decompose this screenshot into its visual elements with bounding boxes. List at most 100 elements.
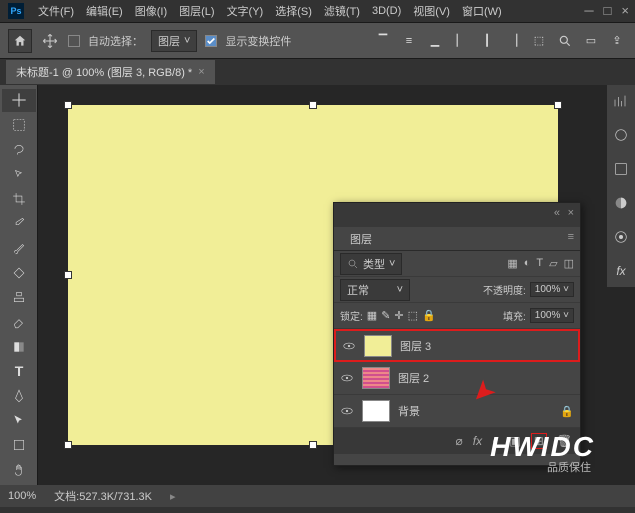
crop-tool[interactable] <box>2 188 36 211</box>
brush-tool[interactable] <box>2 237 36 260</box>
ad��ustments-icon[interactable] <box>611 193 631 213</box>
panel-collapse-icon[interactable]: « <box>554 207 560 219</box>
maximize-button[interactable]: □ <box>604 3 612 18</box>
layer-name[interactable]: 图层 2 <box>398 370 429 386</box>
type-tool[interactable]: T <box>2 360 36 383</box>
layer-style-icon[interactable]: fx <box>473 434 482 448</box>
transform-handle-tc[interactable] <box>309 101 317 109</box>
lock-pixels-icon[interactable]: ▦ <box>367 309 377 322</box>
path-select-tool[interactable] <box>2 409 36 432</box>
layers-tab[interactable]: 图层 <box>342 227 380 250</box>
share-icon[interactable]: ⇪ <box>607 31 627 51</box>
transform-handle-tr[interactable] <box>554 101 562 109</box>
pen-tool[interactable] <box>2 385 36 408</box>
tab-title: 未标题-1 @ 100% (图层 3, RGB/8) * <box>16 64 192 80</box>
layer-row[interactable]: 图层 3 <box>334 329 580 362</box>
styles-icon[interactable]: fx <box>611 261 631 281</box>
link-layers-icon[interactable]: ⌀ <box>456 434 463 448</box>
menu-type[interactable]: 文字(Y) <box>221 1 270 21</box>
menubar: Ps 文件(F) 编辑(E) 图像(I) 图层(L) 文字(Y) 选择(S) 滤… <box>0 0 635 23</box>
lock-position-icon[interactable]: ✎ <box>381 309 390 322</box>
histogram-icon[interactable] <box>611 91 631 111</box>
transform-handle-bl[interactable] <box>64 441 72 449</box>
lock-move-icon[interactable]: ✛ <box>394 309 403 322</box>
layers-panel: « × 图层 ≡ 类型 ˅ ▦ ◐ T ▱ ◫ 正常 ˅ <box>333 202 581 466</box>
align-vcenter-icon[interactable]: ≡ <box>399 31 419 51</box>
close-button[interactable]: × <box>621 3 629 18</box>
align-top-icon[interactable]: ▔ <box>373 31 393 51</box>
opacity-input[interactable]: 100% ˅ <box>530 282 574 297</box>
watermark-sub: 品质保住 <box>547 459 591 475</box>
healing-tool[interactable] <box>2 261 36 284</box>
quick-select-tool[interactable] <box>2 163 36 186</box>
layer-thumbnail <box>362 400 390 422</box>
filter-smart-icon[interactable]: ◫ <box>564 257 574 270</box>
menu-filter[interactable]: 滤镜(T) <box>318 1 366 21</box>
filter-pixel-icon[interactable]: ▦ <box>507 257 517 270</box>
filter-shape-icon[interactable]: ▱ <box>549 257 557 270</box>
transform-handle-tl[interactable] <box>64 101 72 109</box>
marquee-tool[interactable] <box>2 114 36 137</box>
document-tab[interactable]: 未标题-1 @ 100% (图层 3, RGB/8) * × <box>6 60 215 84</box>
visibility-toggle[interactable] <box>340 404 354 418</box>
eyedropper-tool[interactable] <box>2 212 36 235</box>
gradient-tool[interactable] <box>2 335 36 358</box>
show-transform-checkbox[interactable] <box>205 35 217 47</box>
layer-filter-dropdown[interactable]: 类型 ˅ <box>340 253 402 275</box>
menu-select[interactable]: 选择(S) <box>269 1 318 21</box>
panel-drag-handle[interactable]: « × <box>334 203 580 227</box>
hand-tool[interactable] <box>2 458 36 481</box>
visibility-toggle[interactable] <box>340 371 354 385</box>
tab-close-button[interactable]: × <box>198 66 204 78</box>
libraries-icon[interactable] <box>611 159 631 179</box>
menu-edit[interactable]: 编辑(E) <box>80 1 129 21</box>
show-transform-label: 显示变换控件 <box>225 33 291 49</box>
filter-adjust-icon[interactable]: ◐ <box>524 257 531 270</box>
transform-handle-ml[interactable] <box>64 271 72 279</box>
swatches-icon[interactable] <box>611 227 631 247</box>
auto-select-checkbox[interactable] <box>68 35 80 47</box>
filter-type-icon[interactable]: T <box>536 257 543 270</box>
transform-handle-bc[interactable] <box>309 441 317 449</box>
3d-mode-icon[interactable]: ⬚ <box>529 31 549 51</box>
home-button[interactable] <box>8 29 32 53</box>
layer-name[interactable]: 图层 3 <box>400 338 431 354</box>
panel-close-icon[interactable]: × <box>568 207 574 219</box>
panel-menu-icon[interactable]: ≡ <box>568 231 574 243</box>
stamp-tool[interactable] <box>2 286 36 309</box>
minimize-button[interactable]: ─ <box>584 3 593 18</box>
chevron-down-icon: ˅ <box>184 35 190 47</box>
visibility-toggle[interactable] <box>342 339 356 353</box>
lock-all-icon[interactable]: 🔒 <box>422 309 436 322</box>
color-icon[interactable] <box>611 125 631 145</box>
layer-row[interactable]: 图层 2 <box>334 362 580 395</box>
doc-info-arrow[interactable]: ▸ <box>170 490 176 503</box>
workspace-icon[interactable]: ▭ <box>581 31 601 51</box>
layer-name[interactable]: 背景 <box>398 403 420 419</box>
zoom-level[interactable]: 100% <box>8 490 36 502</box>
menu-image[interactable]: 图像(I) <box>129 1 173 21</box>
align-left-icon[interactable]: ▏ <box>451 31 471 51</box>
auto-select-dropdown[interactable]: 图层 ˅ <box>151 30 197 52</box>
align-right-icon[interactable]: ▕ <box>503 31 523 51</box>
menu-window[interactable]: 窗口(W) <box>456 1 508 21</box>
lock-icon: 🔒 <box>560 405 574 418</box>
fill-input[interactable]: 100% ˅ <box>530 308 574 323</box>
align-bottom-icon[interactable]: ▁ <box>425 31 445 51</box>
shape-tool[interactable] <box>2 434 36 457</box>
align-hcenter-icon[interactable]: ┃ <box>477 31 497 51</box>
menu-file[interactable]: 文件(F) <box>32 1 80 21</box>
lasso-tool[interactable] <box>2 138 36 161</box>
search-icon[interactable] <box>555 31 575 51</box>
menu-3d[interactable]: 3D(D) <box>366 3 407 19</box>
lock-artboard-icon[interactable]: ⬚ <box>408 309 418 322</box>
eraser-tool[interactable] <box>2 311 36 334</box>
lock-label: 锁定: <box>340 308 363 323</box>
app-window: Ps 文件(F) 编辑(E) 图像(I) 图层(L) 文字(Y) 选择(S) 滤… <box>0 0 635 513</box>
layer-row[interactable]: 背景 🔒 <box>334 395 580 428</box>
menu-view[interactable]: 视图(V) <box>407 1 456 21</box>
move-tool-indicator <box>40 31 60 51</box>
move-tool[interactable] <box>2 89 36 112</box>
menu-layer[interactable]: 图层(L) <box>173 1 220 21</box>
blend-mode-dropdown[interactable]: 正常 ˅ <box>340 279 410 301</box>
